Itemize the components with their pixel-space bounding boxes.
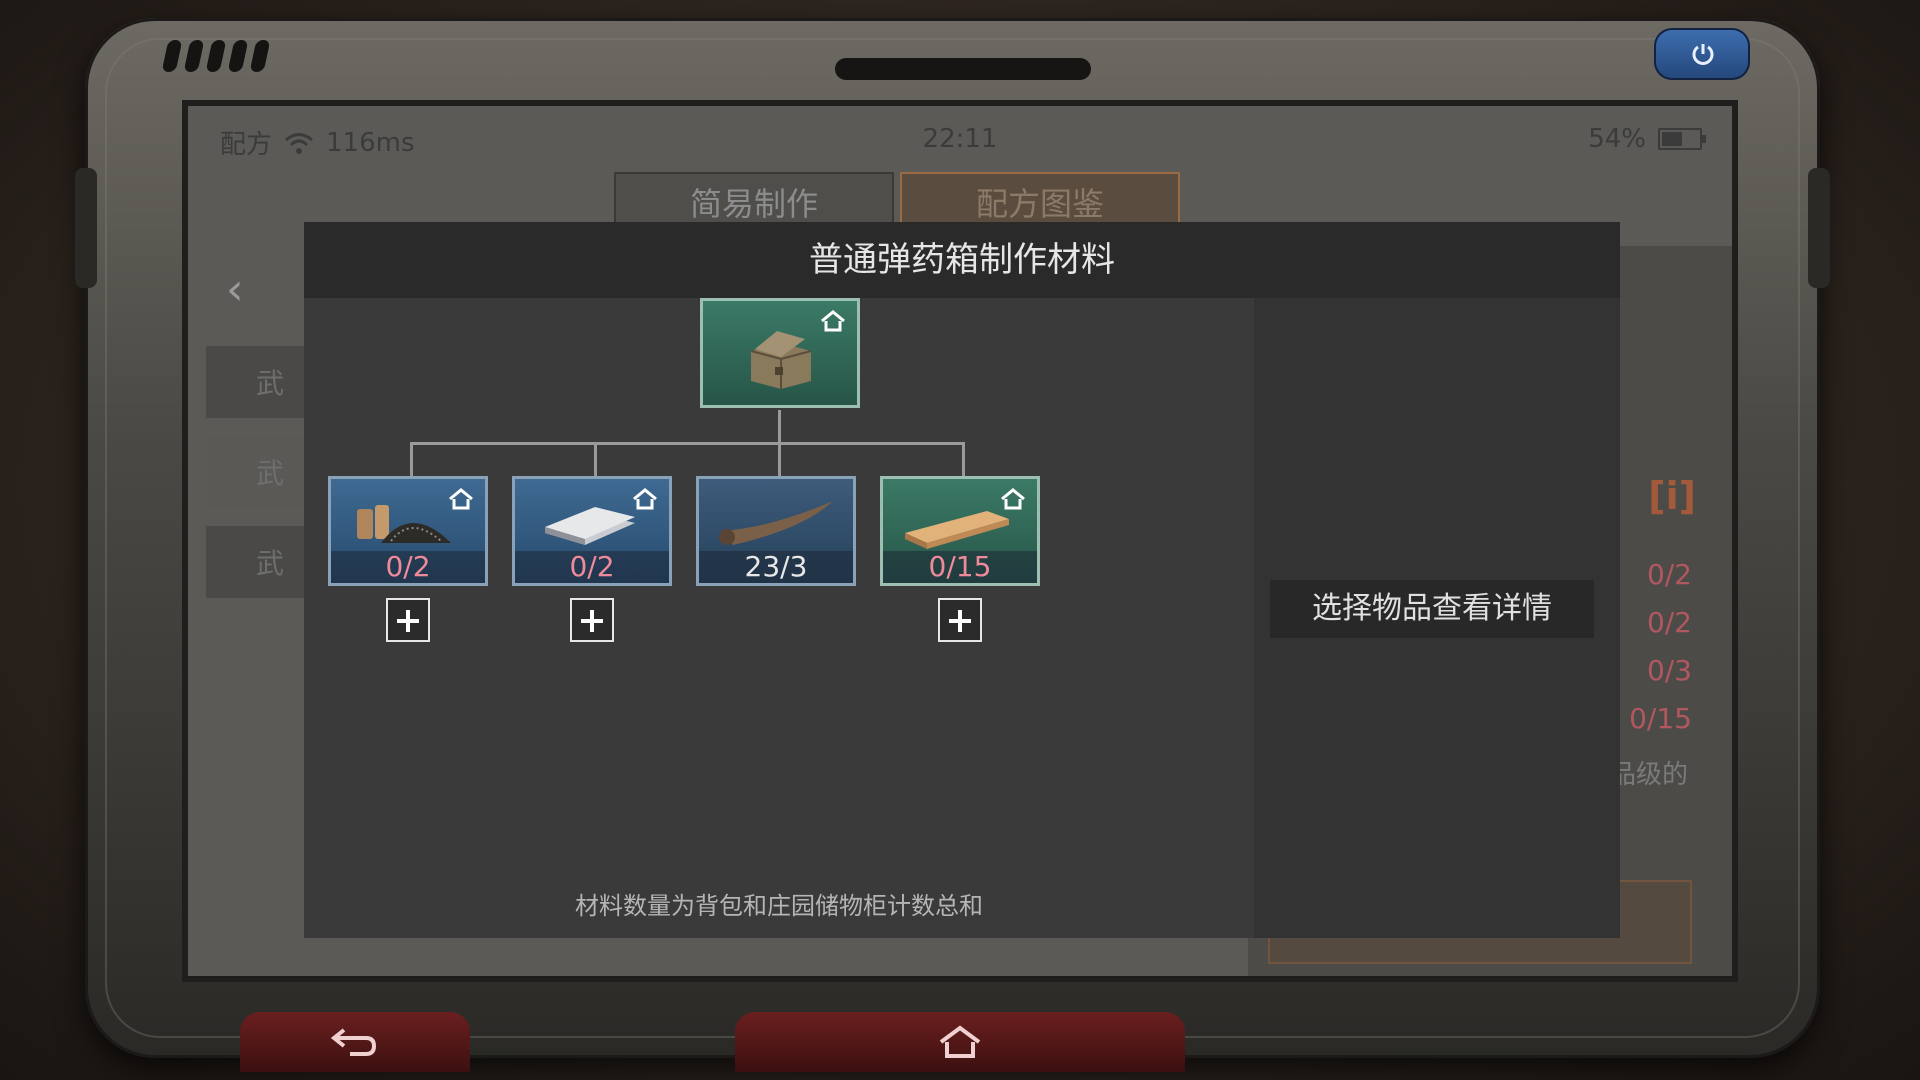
- materials-footnote: 材料数量为背包和庄园储物柜计数总和: [575, 892, 983, 920]
- ammo-box-icon: [750, 331, 812, 389]
- side-button-right: [1808, 168, 1830, 288]
- material-count: 0/2: [515, 551, 669, 583]
- material-count: 0/2: [331, 551, 485, 583]
- power-button[interactable]: [1654, 28, 1750, 80]
- tablet-screen: 配方 116ms 22:11 54% 简易制作 配方图鉴 ‹ 武 武 武 [i]…: [188, 106, 1732, 976]
- sidebar-item-label: 武: [256, 367, 285, 400]
- horn-icon: [719, 501, 833, 545]
- metal-plate-icon: [545, 507, 635, 545]
- bg-count: 0/2: [1646, 606, 1692, 639]
- battery-percent: 54%: [1588, 124, 1646, 154]
- battery-icon: [1658, 128, 1706, 150]
- home-storage-icon: [449, 488, 473, 510]
- ammo-box-item[interactable]: [700, 298, 860, 408]
- material-item-gunpowder[interactable]: 0/2: [328, 476, 488, 586]
- return-icon: [330, 1028, 377, 1056]
- bg-count: 0/15: [1629, 702, 1692, 735]
- dialog-title: 普通弹药箱制作材料: [304, 222, 1620, 298]
- gunpowder-icon: [357, 505, 451, 543]
- tab-label: 简易制作: [689, 185, 818, 223]
- home-icon: [939, 1025, 981, 1058]
- top-slot: [835, 58, 1091, 80]
- material-item-horn[interactable]: 23/3: [696, 476, 856, 586]
- sidebar-item-label: 武: [256, 457, 285, 490]
- info-icon[interactable]: [i]: [1648, 474, 1696, 518]
- add-gunpowder-button[interactable]: [386, 598, 430, 642]
- material-count: 23/3: [699, 551, 853, 583]
- material-item-wood-plank[interactable]: 0/15: [880, 476, 1040, 586]
- materials-dialog: 普通弹药箱制作材料 0/2 0/2 23/3 0/15 材料数量为背包和庄园储物…: [304, 222, 1620, 938]
- power-icon: [1692, 44, 1714, 65]
- speaker-grille: [161, 40, 271, 72]
- recipe-tree-panel: 0/2 0/2 23/3 0/15 材料数量为背包和庄园储物柜计数总和: [304, 298, 1254, 938]
- home-storage-icon: [1001, 488, 1025, 510]
- material-count: 0/15: [883, 551, 1037, 583]
- clock: 22:11: [922, 124, 998, 154]
- item-detail-panel: 选择物品查看详情: [1254, 298, 1620, 938]
- home-storage-icon: [633, 488, 657, 510]
- sidebar-item-label: 武: [256, 547, 285, 580]
- home-button[interactable]: [735, 1012, 1185, 1072]
- back-arrow-icon[interactable]: ‹: [226, 264, 244, 315]
- status-bar: 配方 116ms 22:11 54%: [188, 106, 1732, 172]
- side-button-left: [75, 168, 97, 288]
- detail-hint: 选择物品查看详情: [1270, 580, 1594, 638]
- home-storage-icon: [821, 310, 845, 332]
- back-button[interactable]: [240, 1012, 470, 1072]
- add-wood-plank-button[interactable]: [938, 598, 982, 642]
- bg-grade-text: 品级的: [1609, 760, 1688, 790]
- tab-label: 配方图鉴: [975, 185, 1104, 223]
- material-item-metal-plate[interactable]: 0/2: [512, 476, 672, 586]
- add-metal-plate-button[interactable]: [570, 598, 614, 642]
- bg-count: 0/2: [1646, 558, 1692, 591]
- bg-count: 0/3: [1646, 654, 1692, 687]
